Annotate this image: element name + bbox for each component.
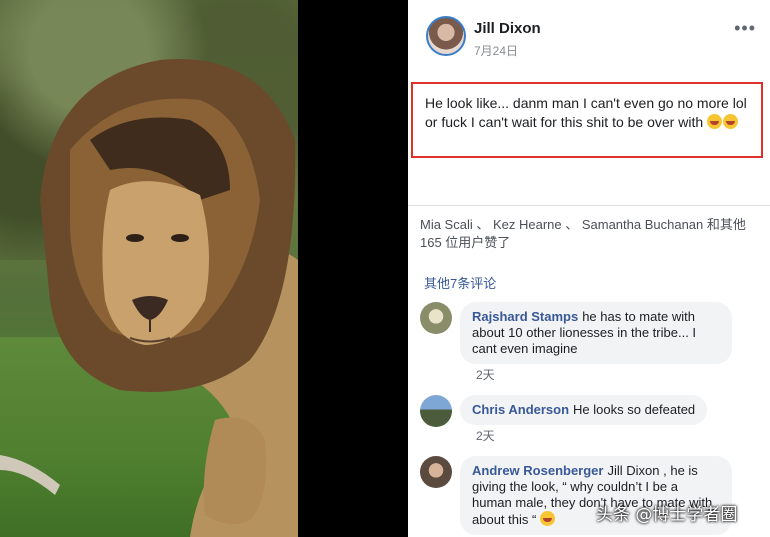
commenter-avatar[interactable] [420, 456, 452, 488]
author-name[interactable]: Jill Dixon [474, 20, 541, 37]
comment-time[interactable]: 2天 [476, 427, 495, 444]
commenter-name[interactable]: Rajshard Stamps [472, 309, 578, 324]
comment-item: Rajshard Stamps he has to mate with about… [420, 302, 765, 382]
post-text: He look like... danm man I can't even go… [425, 95, 747, 130]
comment-bubble: Rajshard Stamps he has to mate with about… [460, 302, 732, 364]
laughing-tears-emoji-icon [539, 511, 555, 526]
comment-text: He looks so defeated [573, 402, 696, 417]
laughing-tears-emoji-icon [723, 114, 739, 129]
divider [408, 205, 770, 206]
commenter-name[interactable]: Andrew Rosenberger [472, 463, 603, 478]
view-more-comments-link[interactable]: 其他7条评论 [424, 273, 496, 292]
author-avatar[interactable] [426, 16, 466, 56]
comment-bubble: Chris Anderson He looks so defeated [460, 395, 708, 425]
comment-item: Chris Anderson He looks so defeated 2天 [420, 395, 765, 445]
lion-photo [0, 0, 298, 537]
laughing-tears-emoji-icon [707, 114, 723, 129]
post-panel: Jill Dixon 7月24日 ••• He look like... dan… [408, 0, 770, 537]
black-gap [298, 0, 408, 537]
commenter-avatar[interactable] [420, 302, 452, 334]
lion-illustration [0, 59, 298, 537]
comment-time[interactable]: 2天 [476, 366, 495, 383]
post-header: Jill Dixon 7月24日 ••• [426, 16, 766, 60]
post-date[interactable]: 7月24日 [474, 42, 518, 59]
watermark: 头条 @博士学者圈 [596, 505, 738, 525]
more-options-icon[interactable]: ••• [734, 18, 756, 39]
commenter-name[interactable]: Chris Anderson [472, 402, 569, 417]
post-text-highlight: He look like... danm man I can't even go… [411, 82, 763, 158]
likes-summary[interactable]: Mia Scali 、 Kez Hearne 、 Samantha Buchan… [420, 216, 765, 252]
commenter-avatar[interactable] [420, 395, 452, 427]
